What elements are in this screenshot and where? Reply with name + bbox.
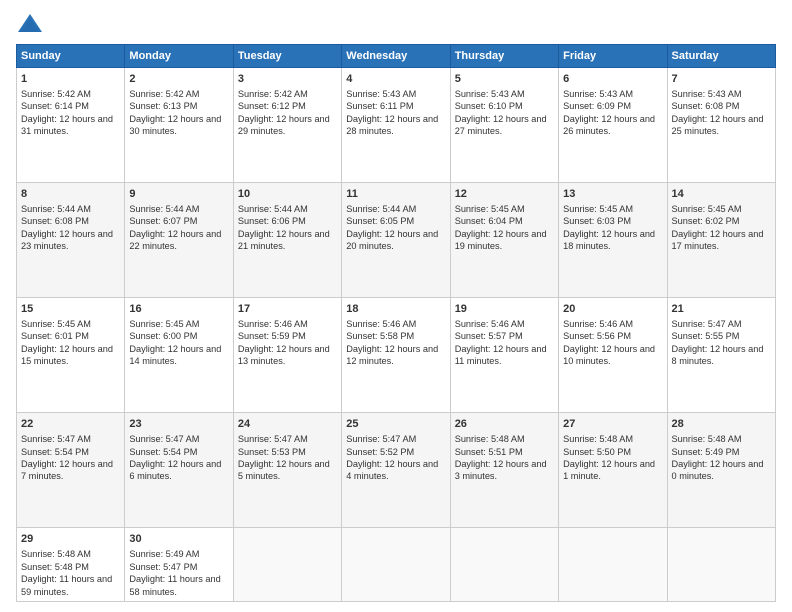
calendar-cell: 22Sunrise: 5:47 AMSunset: 5:54 PMDayligh… bbox=[17, 413, 125, 528]
calendar-cell: 11Sunrise: 5:44 AMSunset: 6:05 PMDayligh… bbox=[342, 183, 450, 298]
calendar-week-row: 8Sunrise: 5:44 AMSunset: 6:08 PMDaylight… bbox=[17, 183, 776, 298]
calendar-cell: 1Sunrise: 5:42 AMSunset: 6:14 PMDaylight… bbox=[17, 68, 125, 183]
calendar-cell: 5Sunrise: 5:43 AMSunset: 6:10 PMDaylight… bbox=[450, 68, 558, 183]
day-number: 23 bbox=[129, 417, 228, 432]
calendar-cell bbox=[342, 528, 450, 602]
calendar-cell: 21Sunrise: 5:47 AMSunset: 5:55 PMDayligh… bbox=[667, 298, 775, 413]
day-header-monday: Monday bbox=[125, 45, 233, 68]
day-number: 14 bbox=[672, 187, 771, 202]
day-number: 19 bbox=[455, 302, 554, 317]
calendar-cell: 23Sunrise: 5:47 AMSunset: 5:54 PMDayligh… bbox=[125, 413, 233, 528]
calendar-cell bbox=[233, 528, 341, 602]
day-number: 7 bbox=[672, 72, 771, 87]
day-number: 1 bbox=[21, 72, 120, 87]
day-number: 25 bbox=[346, 417, 445, 432]
day-number: 17 bbox=[238, 302, 337, 317]
day-number: 12 bbox=[455, 187, 554, 202]
day-number: 30 bbox=[129, 532, 228, 547]
calendar-week-row: 29Sunrise: 5:48 AMSunset: 5:48 PMDayligh… bbox=[17, 528, 776, 602]
calendar-cell: 2Sunrise: 5:42 AMSunset: 6:13 PMDaylight… bbox=[125, 68, 233, 183]
calendar-cell: 27Sunrise: 5:48 AMSunset: 5:50 PMDayligh… bbox=[559, 413, 667, 528]
calendar-cell: 3Sunrise: 5:42 AMSunset: 6:12 PMDaylight… bbox=[233, 68, 341, 183]
day-number: 10 bbox=[238, 187, 337, 202]
logo bbox=[16, 10, 48, 38]
logo-icon bbox=[16, 10, 44, 38]
day-number: 29 bbox=[21, 532, 120, 547]
calendar-cell: 14Sunrise: 5:45 AMSunset: 6:02 PMDayligh… bbox=[667, 183, 775, 298]
day-number: 21 bbox=[672, 302, 771, 317]
calendar-cell: 9Sunrise: 5:44 AMSunset: 6:07 PMDaylight… bbox=[125, 183, 233, 298]
calendar-cell: 28Sunrise: 5:48 AMSunset: 5:49 PMDayligh… bbox=[667, 413, 775, 528]
calendar-cell: 30Sunrise: 5:49 AMSunset: 5:47 PMDayligh… bbox=[125, 528, 233, 602]
day-number: 3 bbox=[238, 72, 337, 87]
day-number: 9 bbox=[129, 187, 228, 202]
calendar-cell: 4Sunrise: 5:43 AMSunset: 6:11 PMDaylight… bbox=[342, 68, 450, 183]
day-header-tuesday: Tuesday bbox=[233, 45, 341, 68]
day-header-friday: Friday bbox=[559, 45, 667, 68]
calendar-cell: 15Sunrise: 5:45 AMSunset: 6:01 PMDayligh… bbox=[17, 298, 125, 413]
day-number: 6 bbox=[563, 72, 662, 87]
day-number: 5 bbox=[455, 72, 554, 87]
day-number: 18 bbox=[346, 302, 445, 317]
day-number: 22 bbox=[21, 417, 120, 432]
day-number: 27 bbox=[563, 417, 662, 432]
calendar-cell: 17Sunrise: 5:46 AMSunset: 5:59 PMDayligh… bbox=[233, 298, 341, 413]
day-number: 20 bbox=[563, 302, 662, 317]
day-header-saturday: Saturday bbox=[667, 45, 775, 68]
day-number: 28 bbox=[672, 417, 771, 432]
calendar-cell bbox=[450, 528, 558, 602]
day-header-sunday: Sunday bbox=[17, 45, 125, 68]
day-header-wednesday: Wednesday bbox=[342, 45, 450, 68]
calendar-cell: 25Sunrise: 5:47 AMSunset: 5:52 PMDayligh… bbox=[342, 413, 450, 528]
page: SundayMondayTuesdayWednesdayThursdayFrid… bbox=[0, 0, 792, 612]
calendar-cell: 19Sunrise: 5:46 AMSunset: 5:57 PMDayligh… bbox=[450, 298, 558, 413]
calendar-cell: 6Sunrise: 5:43 AMSunset: 6:09 PMDaylight… bbox=[559, 68, 667, 183]
calendar-cell: 20Sunrise: 5:46 AMSunset: 5:56 PMDayligh… bbox=[559, 298, 667, 413]
day-header-thursday: Thursday bbox=[450, 45, 558, 68]
calendar-cell: 7Sunrise: 5:43 AMSunset: 6:08 PMDaylight… bbox=[667, 68, 775, 183]
day-number: 24 bbox=[238, 417, 337, 432]
calendar-cell: 29Sunrise: 5:48 AMSunset: 5:48 PMDayligh… bbox=[17, 528, 125, 602]
calendar-header-row: SundayMondayTuesdayWednesdayThursdayFrid… bbox=[17, 45, 776, 68]
calendar-cell: 24Sunrise: 5:47 AMSunset: 5:53 PMDayligh… bbox=[233, 413, 341, 528]
calendar-cell: 12Sunrise: 5:45 AMSunset: 6:04 PMDayligh… bbox=[450, 183, 558, 298]
day-number: 16 bbox=[129, 302, 228, 317]
calendar-table: SundayMondayTuesdayWednesdayThursdayFrid… bbox=[16, 44, 776, 602]
calendar-cell bbox=[559, 528, 667, 602]
calendar-cell: 16Sunrise: 5:45 AMSunset: 6:00 PMDayligh… bbox=[125, 298, 233, 413]
day-number: 11 bbox=[346, 187, 445, 202]
calendar-cell: 26Sunrise: 5:48 AMSunset: 5:51 PMDayligh… bbox=[450, 413, 558, 528]
calendar-week-row: 15Sunrise: 5:45 AMSunset: 6:01 PMDayligh… bbox=[17, 298, 776, 413]
calendar-cell: 10Sunrise: 5:44 AMSunset: 6:06 PMDayligh… bbox=[233, 183, 341, 298]
day-number: 4 bbox=[346, 72, 445, 87]
calendar-cell: 13Sunrise: 5:45 AMSunset: 6:03 PMDayligh… bbox=[559, 183, 667, 298]
day-number: 8 bbox=[21, 187, 120, 202]
calendar-week-row: 1Sunrise: 5:42 AMSunset: 6:14 PMDaylight… bbox=[17, 68, 776, 183]
calendar-week-row: 22Sunrise: 5:47 AMSunset: 5:54 PMDayligh… bbox=[17, 413, 776, 528]
calendar-cell bbox=[667, 528, 775, 602]
day-number: 13 bbox=[563, 187, 662, 202]
day-number: 26 bbox=[455, 417, 554, 432]
day-number: 15 bbox=[21, 302, 120, 317]
header bbox=[16, 10, 776, 38]
calendar-cell: 8Sunrise: 5:44 AMSunset: 6:08 PMDaylight… bbox=[17, 183, 125, 298]
day-number: 2 bbox=[129, 72, 228, 87]
calendar-cell: 18Sunrise: 5:46 AMSunset: 5:58 PMDayligh… bbox=[342, 298, 450, 413]
